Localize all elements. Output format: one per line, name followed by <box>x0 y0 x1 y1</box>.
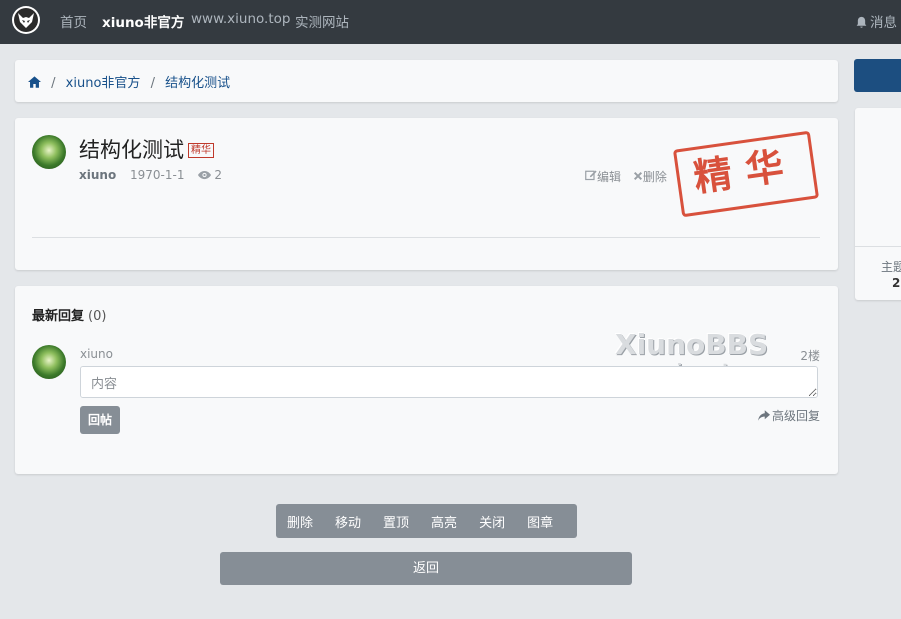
mod-delete-button[interactable]: 删除 <box>280 512 320 531</box>
edit-label: 编辑 <box>597 170 622 184</box>
edit-icon <box>585 170 597 181</box>
reply-count: (0) <box>88 309 107 324</box>
nav-home[interactable]: 首页 <box>60 11 87 31</box>
advanced-reply-link[interactable]: 高级回复 <box>757 407 820 424</box>
floor-number: 2楼 <box>800 349 820 363</box>
mod-move-button[interactable]: 移动 <box>328 512 368 531</box>
reply-submit-button[interactable]: 回帖 <box>80 406 120 434</box>
delete-button[interactable]: 删除 <box>633 170 667 184</box>
thread-date: 1970-1-1 <box>130 168 185 182</box>
thread-actions: 编辑 删除 <box>585 168 675 185</box>
breadcrumb: / xiuno非官方 / 结构化测试 <box>28 72 230 91</box>
thread-meta: xiuno 1970-1-1 2 <box>79 168 222 182</box>
sidebar-stat-value: 2 <box>892 276 901 290</box>
fox-logo-icon <box>14 8 38 32</box>
breadcrumb-card: / xiuno非官方 / 结构化测试 <box>15 60 838 102</box>
thread-title: 结构化测试 精华 <box>79 134 214 164</box>
bell-icon <box>856 16 867 28</box>
nav-messages[interactable]: 消息 <box>855 11 897 31</box>
breadcrumb-separator: / <box>51 76 56 91</box>
nav-xiuno-top[interactable]: www.xiuno.top <box>191 11 290 27</box>
delete-label: 删除 <box>642 170 667 184</box>
mod-stamp-button[interactable]: 图章 <box>520 512 560 531</box>
top-navbar: 首页 xiuno非官方 www.xiuno.top 实测网站 消息 <box>0 0 901 44</box>
reply-content-input[interactable] <box>80 366 818 398</box>
close-icon <box>633 171 642 181</box>
home-icon[interactable] <box>28 76 41 88</box>
site-logo[interactable] <box>12 6 40 34</box>
digest-badge: 精华 <box>188 143 214 158</box>
share-icon <box>757 410 770 421</box>
breadcrumb-separator: / <box>150 76 155 91</box>
breadcrumb-forum[interactable]: xiuno非官方 <box>66 76 141 91</box>
mod-sticky-button[interactable]: 置顶 <box>376 512 416 531</box>
back-button[interactable]: 返回 <box>220 552 632 585</box>
thread-card: 结构化测试 精华 xiuno 1970-1-1 2 编辑 删除 精华 <box>15 118 838 270</box>
reply-card: 最新回复(0) xiuno 2楼 XiunoBBS www.xiuno.top … <box>15 286 838 474</box>
eye-icon <box>198 170 212 180</box>
edit-button[interactable]: 编辑 <box>585 170 625 184</box>
thread-divider <box>32 237 820 238</box>
thread-title-text: 结构化测试 <box>79 138 184 162</box>
advanced-reply-label: 高级回复 <box>771 409 820 423</box>
moderation-toolbar: 删除 移动 置顶 高亮 关闭 图章 <box>276 504 577 538</box>
watermark-title: XiunoBBS <box>615 328 769 361</box>
reply-user[interactable]: xiuno <box>80 347 113 361</box>
nav-xiuno-unofficial[interactable]: xiuno非官方 <box>102 11 184 31</box>
thread-author[interactable]: xiuno <box>79 168 116 182</box>
latest-replies-heading: 最新回复 (0) <box>32 305 106 324</box>
thread-views: 2 <box>214 168 222 182</box>
latest-replies-title: 最新回复 <box>32 309 85 324</box>
sidebar-primary-button[interactable] <box>854 59 901 92</box>
mod-highlight-button[interactable]: 高亮 <box>424 512 464 531</box>
breadcrumb-thread[interactable]: 结构化测试 <box>165 76 230 91</box>
reply-user-avatar[interactable] <box>32 345 66 379</box>
sidebar-card: 主题 2 <box>855 108 901 300</box>
sidebar-divider <box>855 246 901 247</box>
nav-test-site[interactable]: 实测网站 <box>295 11 349 31</box>
author-avatar[interactable] <box>32 135 66 169</box>
messages-label: 消息 <box>870 15 897 31</box>
sidebar-stat-label: 主题 <box>881 260 901 274</box>
digest-stamp: 精华 <box>672 130 820 218</box>
mod-close-button[interactable]: 关闭 <box>472 512 512 531</box>
